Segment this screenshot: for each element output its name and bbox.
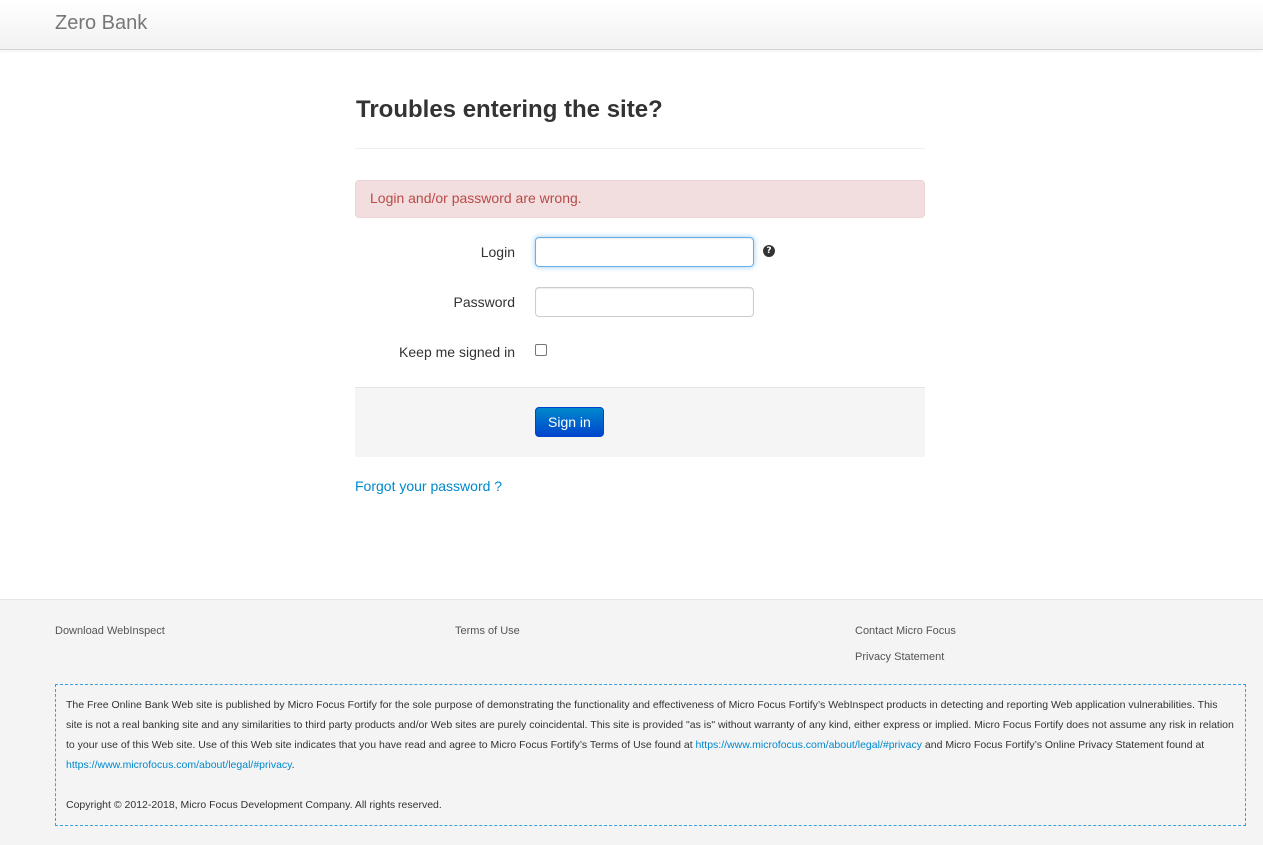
password-input[interactable] bbox=[535, 287, 754, 317]
password-label: Password bbox=[453, 294, 515, 310]
login-label: Login bbox=[480, 244, 515, 260]
keep-signed-in-checkbox[interactable] bbox=[535, 344, 547, 356]
terms-of-use-link[interactable]: Terms of Use bbox=[455, 625, 520, 637]
footer: Download WebInspect Terms of Use Contact… bbox=[0, 599, 1263, 845]
brand-logo-link[interactable]: Zero Bank bbox=[55, 12, 147, 35]
page-title: Troubles entering the site? bbox=[356, 96, 663, 123]
question-circle-icon[interactable]: ? bbox=[763, 245, 775, 257]
disclaimer-text-part-2: and Micro Focus Fortify’s Online Privacy… bbox=[921, 739, 1205, 751]
contact-link[interactable]: Contact Micro Focus bbox=[855, 625, 956, 637]
forgot-password-link[interactable]: Forgot your password ? bbox=[355, 478, 502, 494]
privacy-statement-link[interactable]: Privacy Statement bbox=[855, 651, 944, 663]
download-webinspect-link[interactable]: Download WebInspect bbox=[55, 625, 165, 637]
disclaimer-text-part-3: . bbox=[291, 759, 295, 771]
top-navbar: Zero Bank bbox=[0, 0, 1263, 50]
form-actions: Sign in bbox=[355, 387, 925, 457]
privacy-url-link[interactable]: https://www.microfocus.com/about/legal/#… bbox=[66, 759, 292, 771]
error-alert: Login and/or password are wrong. bbox=[355, 180, 925, 218]
login-input[interactable] bbox=[535, 237, 754, 267]
terms-url-link[interactable]: https://www.microfocus.com/about/legal/#… bbox=[696, 739, 922, 751]
keep-signed-in-label: Keep me signed in bbox=[399, 344, 515, 360]
disclaimer-text: The Free Online Bank Web site is publish… bbox=[66, 695, 1235, 775]
copyright-text: Copyright © 2012-2018, Micro Focus Devel… bbox=[66, 799, 442, 811]
disclaimer-box: The Free Online Bank Web site is publish… bbox=[55, 684, 1246, 826]
title-divider bbox=[355, 148, 925, 149]
sign-in-button[interactable]: Sign in bbox=[535, 407, 604, 437]
